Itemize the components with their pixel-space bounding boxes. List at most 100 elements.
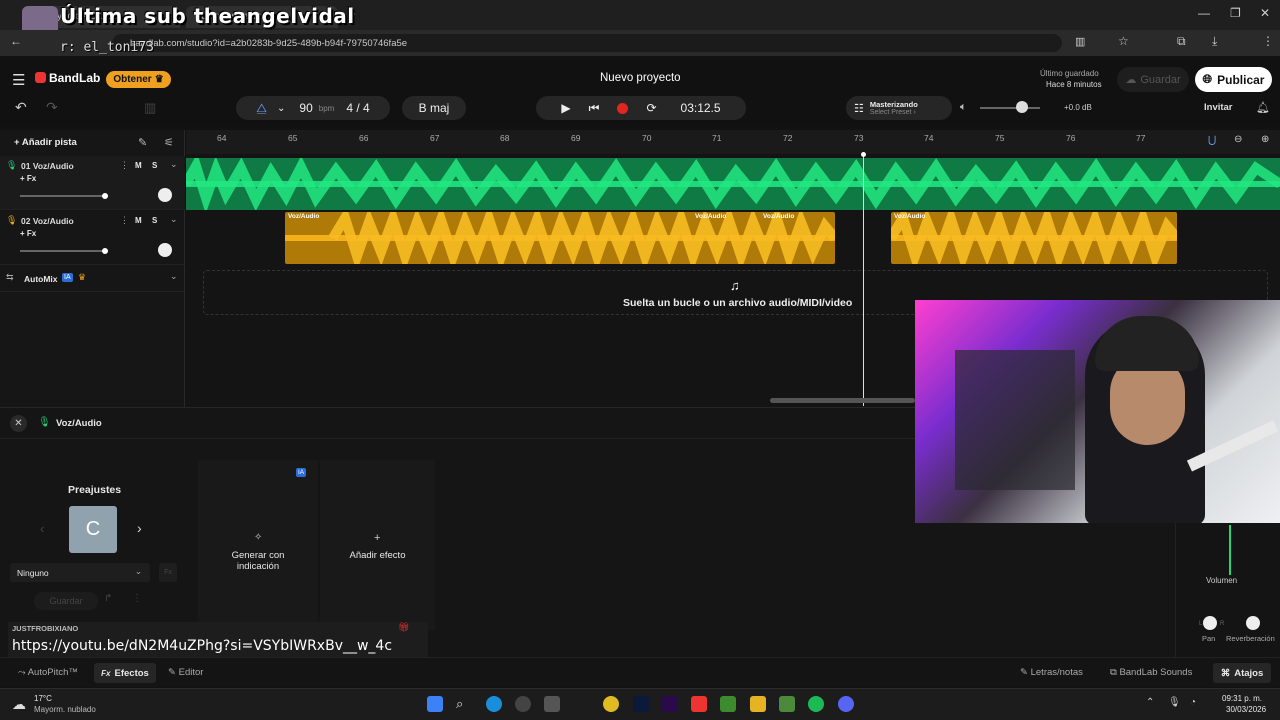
app-icon[interactable] [515, 696, 531, 712]
lyrics-tab[interactable]: ✎ Letras/notas [1020, 667, 1083, 678]
shortcuts-tab[interactable]: ⌘ Atajos [1213, 663, 1271, 683]
publish-button[interactable]: 🌐︎ Publicar [1195, 67, 1272, 92]
close-window-button[interactable]: ✕ [1260, 6, 1270, 20]
redo-icon[interactable]: ↷ [46, 99, 58, 116]
undo-icon[interactable]: ↶ [15, 99, 27, 116]
audio-region-track1[interactable] [181, 153, 1280, 214]
add-fx-button[interactable]: + Fx [20, 229, 36, 238]
mute-button[interactable]: M [135, 216, 142, 225]
track-row-1[interactable]: 🎙︎ 01 Voz/Audio ⋮ M S ⌄ + Fx [0, 156, 185, 210]
zoom-out-icon[interactable]: ⊖ [1234, 134, 1242, 145]
search-icon[interactable]: ⌕ [456, 696, 472, 712]
record-icon[interactable] [617, 102, 629, 114]
share-icon[interactable]: ↱ [104, 593, 112, 604]
chevron-down-icon[interactable]: ⌄ [170, 271, 178, 282]
track-row-2[interactable]: 🎙︎ 02 Voz/Audio ⋮ M S ⌄ + Fx [0, 211, 185, 265]
generate-card[interactable]: IA ✧ Generar con indicación [198, 460, 318, 630]
add-fx-button[interactable]: + Fx [20, 174, 36, 183]
wifi-icon[interactable]: ◔ [1190, 697, 1196, 708]
pen-icon[interactable]: ✎ [138, 136, 147, 149]
skip-start-icon[interactable]: ⏮ [589, 101, 600, 116]
menu-dots-icon[interactable]: ⋮ [1262, 34, 1274, 48]
microphone-tray-icon[interactable]: 🎙︎ [1168, 697, 1181, 708]
obtener-button[interactable]: Obtener ♛ [106, 71, 171, 88]
solo-button[interactable]: S [152, 161, 157, 170]
close-panel-button[interactable]: ✕ [10, 415, 27, 432]
autopitch-tab[interactable]: ⤳ AutoPitch™ [18, 667, 78, 678]
preset-next-icon[interactable]: › [137, 520, 142, 536]
loop-icon[interactable]: ⟳ [646, 101, 656, 115]
key-selector[interactable]: B maj [402, 96, 466, 120]
master-volume-handle[interactable] [1016, 101, 1028, 113]
extensions-icon[interactable]: ⧉ [1177, 34, 1186, 49]
metronome-dropdown-icon[interactable]: ⌄ [277, 103, 285, 114]
fx-small-button[interactable]: Fx [159, 563, 177, 582]
edge-icon[interactable] [486, 696, 502, 712]
track-volume-slider[interactable] [20, 250, 108, 252]
game-icon[interactable] [779, 696, 795, 712]
metronome-icon[interactable]: ⧋ [256, 101, 267, 116]
speaker-icon[interactable]: 🔈︎ [960, 101, 967, 114]
reverb-knob[interactable] [1246, 616, 1260, 630]
chrome-icon[interactable] [603, 696, 619, 712]
sounds-tab[interactable]: ⧉ BandLab Sounds [1110, 667, 1192, 678]
bell-icon[interactable]: 🔔︎ [1256, 101, 1270, 114]
track-volume-handle[interactable] [102, 193, 108, 199]
pan-knob[interactable] [158, 188, 172, 202]
save-button[interactable]: ☁ Guardar [1117, 67, 1189, 92]
effects-tab[interactable]: Fx Efectos [94, 663, 156, 683]
track-more-icon[interactable]: ⋮ [120, 160, 129, 171]
volume-meter[interactable] [1229, 525, 1231, 575]
timeline-scrollbar[interactable] [770, 398, 915, 403]
magnet-icon[interactable]: ⋃ [1208, 135, 1216, 146]
invite-button[interactable]: Invitar [1204, 102, 1233, 113]
preset-prev-icon[interactable]: ‹ [40, 521, 44, 536]
preset-tile[interactable]: C [69, 506, 117, 553]
photoshop-icon[interactable] [633, 696, 649, 712]
playhead[interactable] [863, 152, 864, 406]
audio-region-track2-a[interactable]: Voz/Audio Voz/Audio Voz/Audio [285, 212, 835, 264]
pan-knob[interactable] [1203, 616, 1217, 630]
automix-row[interactable]: ⇆ AutoMix IA ♛ ⌄ [0, 266, 185, 292]
spotify-icon[interactable] [808, 696, 824, 712]
add-effect-card[interactable]: + Añadir efecto [320, 460, 435, 630]
track-name-2[interactable]: 02 Voz/Audio [21, 216, 74, 226]
play-icon[interactable]: ▶ [561, 101, 570, 115]
more-icon[interactable]: ⋮ [132, 593, 142, 604]
time-signature[interactable]: 4 / 4 [346, 101, 369, 115]
track-volume-handle[interactable] [102, 248, 108, 254]
timeline-ruler[interactable]: 64 65 66 67 68 69 70 71 72 73 74 75 76 7… [186, 130, 1280, 154]
project-title[interactable]: Nuevo proyecto [600, 72, 681, 84]
master-volume-slider[interactable] [980, 107, 1040, 109]
minimize-button[interactable]: — [1198, 6, 1210, 20]
zoom-in-icon[interactable]: ⊕ [1261, 134, 1269, 145]
pan-knob[interactable] [158, 243, 172, 257]
back-icon[interactable]: ← [10, 34, 22, 48]
mixer-icon[interactable]: ▥ [144, 100, 156, 116]
premiere-icon[interactable] [662, 696, 678, 712]
minecraft-icon[interactable] [720, 696, 736, 712]
track-name-1[interactable]: 01 Voz/Audio [21, 161, 74, 171]
youtube-icon[interactable] [691, 696, 707, 712]
store-icon[interactable] [544, 696, 560, 712]
discord-icon[interactable] [838, 696, 854, 712]
chevron-down-icon[interactable]: ⌄ [170, 159, 178, 170]
tray-chevron-icon[interactable]: ⌃ [1146, 697, 1154, 708]
reader-icon[interactable]: ▥ [1075, 35, 1085, 48]
track-settings-icon[interactable]: ⚟ [164, 136, 174, 149]
track-more-icon[interactable]: ⋮ [120, 215, 129, 226]
download-icon[interactable]: ⤓ [1212, 34, 1217, 49]
editor-tab[interactable]: ✎ Editor [168, 667, 203, 678]
audio-region-track2-b[interactable]: Voz/Audio [891, 212, 1177, 264]
folder-icon[interactable] [750, 696, 766, 712]
star-icon[interactable]: ☆ [1118, 34, 1129, 48]
chevron-down-icon[interactable]: ⌄ [170, 214, 178, 225]
preset-select[interactable]: Ninguno ⌄ [10, 563, 150, 582]
maximize-button[interactable]: ❐ [1230, 6, 1241, 20]
mastering-selector[interactable]: ☷ Masterizando Select Preset › [846, 96, 952, 120]
hamburger-menu-icon[interactable]: ☰ [12, 71, 25, 89]
save-preset-button[interactable]: Guardar [34, 592, 98, 610]
playhead-handle[interactable] [861, 152, 866, 157]
url-field[interactable]: bandlab.com/studio?id=a2b0283b-9d25-489b… [112, 34, 1062, 52]
windows-start-icon[interactable] [427, 696, 443, 712]
